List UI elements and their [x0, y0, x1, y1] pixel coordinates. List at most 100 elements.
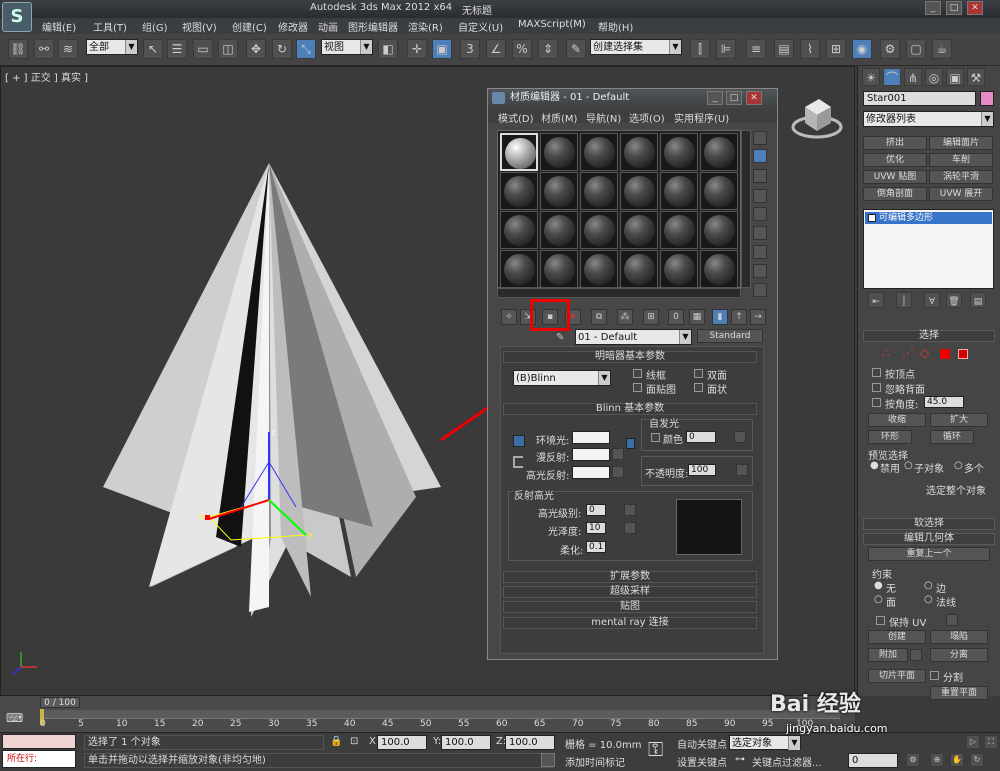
split-checkbox[interactable]	[930, 671, 939, 680]
material-editor-window[interactable]: 材质编辑器 - 01 - Default _ □ ✕ 模式(D) 材质(M) 导…	[487, 88, 778, 660]
opacity-map-button[interactable]	[736, 464, 748, 476]
display-tab-icon[interactable]: ▣	[946, 68, 964, 86]
time-tag-icon[interactable]	[541, 753, 555, 767]
mirror-icon[interactable]: ⫿	[690, 39, 710, 59]
sample-slot[interactable]	[700, 250, 738, 288]
grow-button[interactable]: 扩大	[930, 413, 988, 427]
schematic-view-icon[interactable]: ⊞	[826, 39, 846, 59]
sample-slot[interactable]	[580, 211, 618, 249]
angle-snap-icon[interactable]: ∠	[486, 39, 506, 59]
menu-edit[interactable]: 编辑(E)	[42, 19, 76, 34]
maxscript-listener[interactable]	[2, 734, 76, 749]
go-forward-sibling-icon[interactable]: →	[750, 309, 766, 325]
lock-map-icon[interactable]	[626, 438, 635, 449]
mod-turbosmooth-button[interactable]: 涡轮平滑	[929, 170, 993, 184]
preview-multi-radio[interactable]: ○	[954, 460, 963, 471]
sample-slot[interactable]	[580, 172, 618, 210]
constraint-normal-radio[interactable]: ○	[924, 594, 933, 605]
pivot-center-icon[interactable]: ◧	[378, 39, 398, 59]
material-name-field[interactable]: 01 - Default ▼	[575, 329, 692, 345]
key-selection-dropdown[interactable]: 选定对象 ▼	[729, 735, 801, 750]
rendered-frame-icon[interactable]: ▢	[906, 39, 926, 59]
mated-menu-navigation[interactable]: 导航(N)	[586, 110, 621, 125]
viewcube-icon[interactable]	[791, 93, 843, 141]
object-color-swatch[interactable]	[980, 91, 994, 106]
pan-view-icon[interactable]: ✋	[950, 753, 964, 767]
z-coord-field[interactable]: 100.0	[505, 735, 555, 750]
sample-slot[interactable]	[620, 211, 658, 249]
slots-horizontal-scrollbar[interactable]	[497, 288, 741, 298]
by-angle-checkbox[interactable]	[872, 398, 881, 407]
mated-menu-mode[interactable]: 模式(D)	[498, 110, 534, 125]
reset-plane-button[interactable]: 重置平面	[930, 686, 988, 700]
zoom-extents-icon[interactable]: ⊕	[930, 753, 944, 767]
go-to-parent-icon[interactable]: ↑	[731, 309, 747, 325]
mod-uvw-map-button[interactable]: UVW 贴图	[863, 170, 927, 184]
mated-maximize-button[interactable]: □	[726, 91, 742, 105]
sample-slot[interactable]	[700, 211, 738, 249]
soft-selection-rollout[interactable]: 软选择	[863, 518, 995, 530]
specular-map-button[interactable]	[612, 466, 624, 478]
sample-slot[interactable]	[580, 133, 618, 171]
mated-minimize-button[interactable]: _	[707, 91, 723, 105]
diffuse-swatch[interactable]	[572, 448, 610, 461]
show-end-result-icon[interactable]: ▮	[712, 309, 728, 325]
ribbon-icon[interactable]: ▤	[774, 39, 794, 59]
edit-geometry-rollout[interactable]: 编辑几何体	[863, 533, 995, 545]
material-editor-icon[interactable]: ◉	[852, 39, 872, 59]
time-slider-track[interactable]	[0, 697, 835, 708]
slice-plane-button[interactable]: 切片平面	[868, 669, 926, 683]
select-manipulate-icon[interactable]: ✛	[407, 39, 427, 59]
wire-checkbox[interactable]	[633, 369, 642, 378]
auto-key-button[interactable]: 自动关键点	[677, 736, 727, 751]
supersampling-rollout[interactable]: 超级采样	[503, 586, 757, 598]
specular-level-map-button[interactable]	[624, 504, 636, 516]
y-coord-field[interactable]: 100.0	[441, 735, 491, 750]
pin-stack-icon[interactable]: ⇤	[868, 292, 884, 308]
hierarchy-tab-icon[interactable]: ⋔	[904, 68, 922, 86]
bind-spacewarp-icon[interactable]: ≋	[58, 39, 78, 59]
menu-graph-editors[interactable]: 图形编辑器	[348, 19, 398, 34]
minimize-button[interactable]: _	[925, 1, 941, 15]
rect-selection-icon[interactable]: ▭	[193, 39, 213, 59]
sample-slot[interactable]	[700, 172, 738, 210]
detach-button[interactable]: 分离	[930, 648, 988, 662]
maps-rollout[interactable]: 贴图	[503, 601, 757, 613]
shader-dropdown[interactable]: (B)Blinn ▼	[513, 370, 611, 386]
key-filter-icon[interactable]: ⊶	[735, 754, 745, 765]
border-icon[interactable]: ◇	[920, 346, 929, 360]
loop-button[interactable]: 循环	[930, 430, 974, 444]
sample-slot[interactable]	[660, 172, 698, 210]
mated-close-button[interactable]: ✕	[746, 91, 762, 105]
specular-swatch[interactable]	[572, 466, 610, 479]
menu-create[interactable]: 创建(C)	[232, 19, 267, 34]
material-type-button[interactable]: Standard	[697, 329, 763, 343]
show-end-result-icon[interactable]: │	[896, 292, 912, 308]
menu-customize[interactable]: 自定义(U)	[458, 19, 503, 34]
constraint-none-radio[interactable]: ●	[874, 580, 883, 591]
sample-slot[interactable]	[660, 133, 698, 171]
unlink-icon[interactable]: ⚯	[34, 39, 54, 59]
sample-slot[interactable]	[620, 250, 658, 288]
close-button[interactable]: ✕	[967, 1, 983, 15]
sample-slot[interactable]	[540, 172, 578, 210]
self-illum-map-button[interactable]	[734, 431, 746, 443]
percent-snap-icon[interactable]: %	[512, 39, 532, 59]
layer-manager-icon[interactable]: ≡	[746, 39, 766, 59]
menu-modifiers[interactable]: 修改器	[278, 19, 308, 34]
ambient-swatch[interactable]	[572, 431, 610, 444]
diffuse-map-button[interactable]	[612, 448, 624, 460]
make-unique-icon[interactable]: ∀	[924, 292, 940, 308]
lock-ambient-icon[interactable]	[513, 435, 525, 447]
rotate-icon[interactable]: ↻	[272, 39, 292, 59]
put-to-library-icon[interactable]: ⊞	[643, 309, 659, 325]
configure-sets-icon[interactable]: ▤	[970, 292, 986, 308]
select-object-icon[interactable]: ↖	[143, 39, 163, 59]
glossiness-map-button[interactable]	[624, 522, 636, 534]
render-setup-icon[interactable]: ⚙	[880, 39, 900, 59]
make-preview-icon[interactable]	[753, 226, 767, 240]
self-illum-spinner[interactable]: 0	[686, 431, 716, 443]
select-by-name-icon[interactable]: ☰	[167, 39, 187, 59]
selection-filter-dropdown[interactable]: 全部 ▼	[86, 39, 138, 55]
by-vertex-checkbox[interactable]	[872, 368, 881, 377]
